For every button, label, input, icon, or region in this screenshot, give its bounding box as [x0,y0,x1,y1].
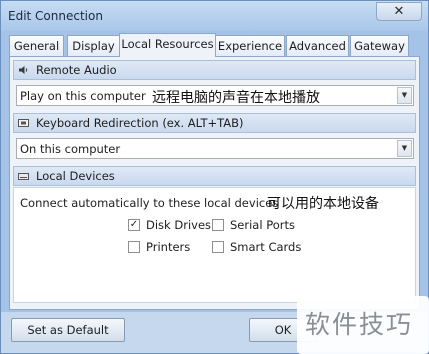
title-bar: Edit Connection ✕ [1,1,428,31]
local-devices-box: Connect automatically to these local dev… [13,187,416,303]
chevron-down-icon[interactable]: ▼ [397,140,412,157]
remote-audio-label: Remote Audio [36,63,117,77]
smart-cards-checkbox[interactable] [212,241,224,253]
keyboard-header: Keyboard Redirection (ex. ALT+TAB) [13,113,416,133]
devices-icon [18,173,29,180]
disk-drives-checkbox[interactable]: ✓ [128,219,140,231]
tab-general[interactable]: General [9,35,64,56]
chevron-down-icon[interactable]: ▼ [397,87,412,104]
local-devices-label: Local Devices [36,169,115,183]
disk-drives-label: Disk Drives [146,218,212,232]
smart-cards-label: Smart Cards [230,240,302,254]
watermark-text: 软件技巧 [305,310,414,339]
tab-advanced[interactable]: Advanced [286,35,349,56]
remote-audio-value: Play on this computer [20,89,146,103]
keyboard-label: Keyboard Redirection (ex. ALT+TAB) [36,116,244,130]
tab-bar: General Display Local Resources Experien… [9,33,420,57]
local-devices-annotation: 可以用的本地设备 [267,196,379,212]
keyboard-value: On this computer [20,142,121,156]
tab-experience[interactable]: Experience [215,35,285,56]
keyboard-select[interactable]: On this computer ▼ [16,138,414,159]
check-icon: ✓ [129,219,139,230]
connect-devices-label: Connect automatically to these local dev… [20,196,279,210]
serial-ports-checkbox[interactable] [212,219,224,231]
set-as-default-button[interactable]: Set as Default [11,318,125,342]
remote-audio-header: Remote Audio [13,60,416,80]
tab-local-resources[interactable]: Local Resources [119,33,216,57]
printers-checkbox[interactable] [128,241,140,253]
local-resources-panel: Remote Audio Play on this computer ▼ 远程电… [9,56,420,310]
close-icon: ✕ [393,4,405,19]
window-title: Edit Connection [8,9,103,23]
close-button[interactable]: ✕ [376,2,422,21]
speaker-icon [19,66,28,74]
keyboard-icon [18,119,29,127]
tab-gateway[interactable]: Gateway [350,35,409,56]
serial-ports-label: Serial Ports [230,218,295,232]
tab-display[interactable]: Display [67,35,120,56]
printers-label: Printers [146,240,191,254]
local-devices-header: Local Devices [13,166,416,186]
remote-audio-annotation: 远程电脑的声音在本地播放 [152,90,320,106]
